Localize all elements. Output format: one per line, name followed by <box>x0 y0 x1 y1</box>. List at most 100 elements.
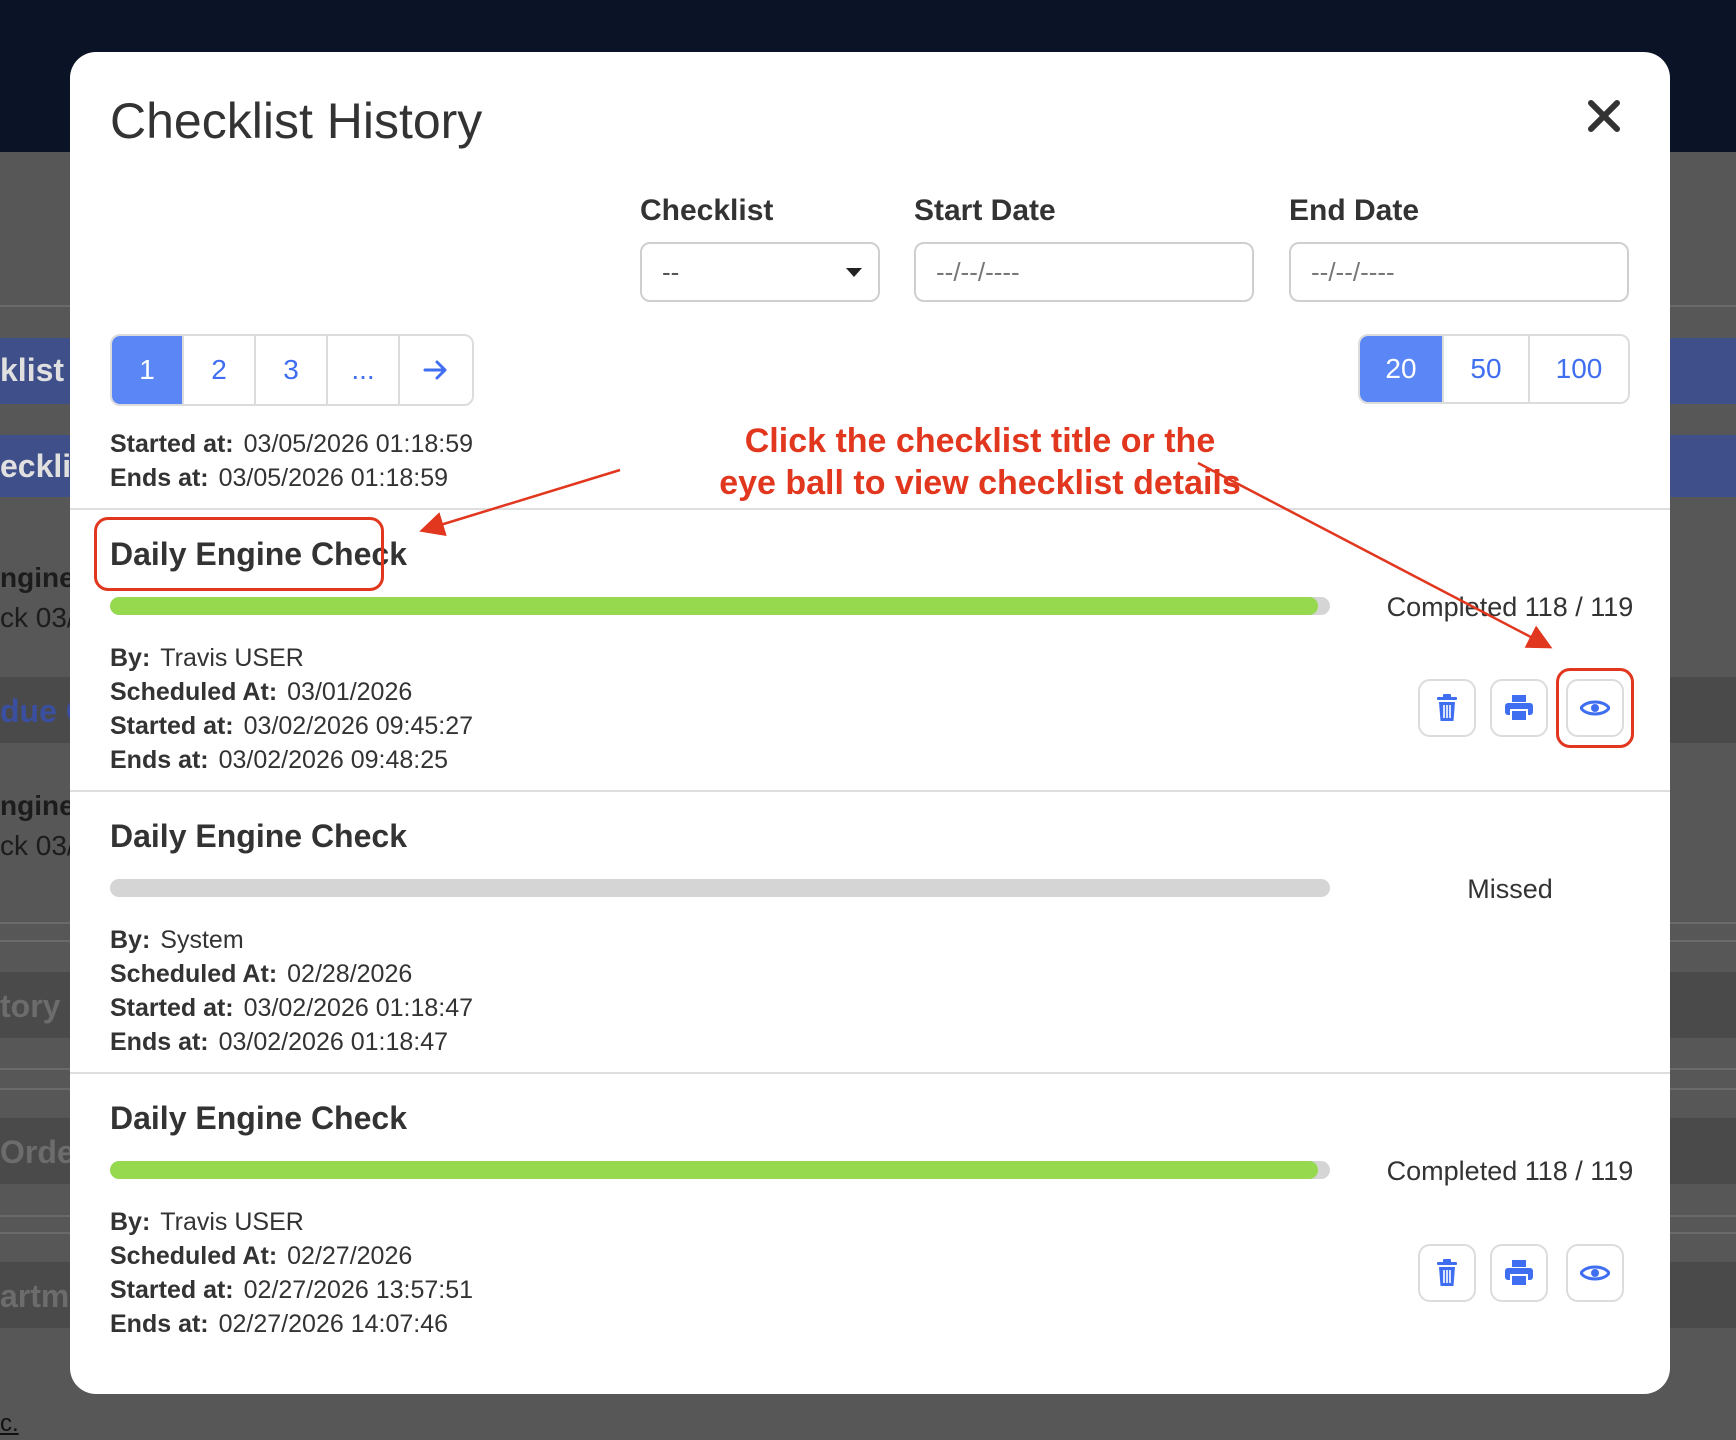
progress-bar <box>110 597 1330 615</box>
close-icon <box>1588 100 1620 132</box>
progress-fill <box>110 1161 1318 1179</box>
ends-label: Ends at: <box>110 746 209 774</box>
background-text: klist <box>0 352 65 388</box>
page-button-3[interactable]: 3 <box>256 336 328 404</box>
page-size-100[interactable]: 100 <box>1530 336 1628 402</box>
eye-icon <box>1580 1265 1610 1281</box>
ends-value: 03/05/2026 01:18:59 <box>218 464 449 492</box>
next-page-button[interactable] <box>400 336 472 404</box>
checklist-select-value: -- <box>662 256 680 287</box>
scheduled-line: Scheduled At: 02/28/2026 <box>110 960 412 989</box>
ends-value: 02/27/2026 14:07:46 <box>218 1310 449 1338</box>
background-text: ck 03/ <box>0 602 75 633</box>
checklist-title-link[interactable]: Daily Engine Check <box>110 1100 407 1137</box>
by-value: Travis USER <box>160 1208 304 1236</box>
print-button[interactable] <box>1490 1244 1548 1302</box>
annotation-callout: Click the checklist title or the eye bal… <box>630 420 1330 504</box>
modal-title: Checklist History <box>110 93 483 149</box>
ends-at-line: Ends at: 03/05/2026 01:18:59 <box>110 464 448 493</box>
scheduled-line: Scheduled At: 03/01/2026 <box>110 678 412 707</box>
scheduled-value: 02/28/2026 <box>287 960 413 988</box>
ends-line: Ends at: 02/27/2026 14:07:46 <box>110 1310 448 1339</box>
trash-icon <box>1437 694 1457 721</box>
start-date-label: Start Date <box>914 194 1056 227</box>
progress-bar <box>110 1161 1330 1179</box>
annotation-line-1: Click the checklist title or the <box>744 422 1216 460</box>
view-details-button[interactable] <box>1566 1244 1624 1302</box>
by-value: Travis USER <box>160 644 304 672</box>
progress-fill <box>110 597 1318 615</box>
page-size-selector: 20 50 100 <box>1358 334 1630 404</box>
ends-line: Ends at: 03/02/2026 09:48:25 <box>110 746 448 775</box>
entry-divider <box>70 790 1670 792</box>
end-date-placeholder: --/--/---- <box>1311 256 1395 287</box>
printer-icon <box>1505 695 1533 721</box>
by-line: By: System <box>110 926 244 955</box>
scheduled-value: 02/27/2026 <box>287 1242 413 1270</box>
background-text: ck 03/ <box>0 830 75 861</box>
page-ellipsis[interactable]: ... <box>328 336 400 404</box>
background-text: artm <box>0 1278 70 1314</box>
started-label: Started at: <box>110 1276 234 1304</box>
started-value: 03/02/2026 09:45:27 <box>243 712 474 740</box>
scheduled-label: Scheduled At: <box>110 960 278 988</box>
by-line: By: Travis USER <box>110 644 304 673</box>
checklist-title-link[interactable]: Daily Engine Check <box>110 536 407 573</box>
scheduled-label: Scheduled At: <box>110 1242 278 1270</box>
completion-status: Completed 118 / 119 <box>1386 592 1634 622</box>
arrow-right-icon <box>423 360 447 380</box>
scheduled-value: 03/01/2026 <box>287 678 413 706</box>
checklist-title-link[interactable]: Daily Engine Check <box>110 818 407 855</box>
chevron-down-icon <box>846 268 862 277</box>
completion-status: Completed 118 / 119 <box>1386 1156 1634 1186</box>
end-date-input[interactable]: --/--/---- <box>1289 242 1629 302</box>
started-value: 02/27/2026 13:57:51 <box>243 1276 474 1304</box>
started-line: Started at: 03/02/2026 01:18:47 <box>110 994 473 1023</box>
checklist-select[interactable]: -- <box>640 242 880 302</box>
ends-line: Ends at: 03/02/2026 01:18:47 <box>110 1028 448 1057</box>
entry-divider <box>70 1072 1670 1074</box>
end-date-label: End Date <box>1289 194 1420 227</box>
scheduled-label: Scheduled At: <box>110 678 278 706</box>
trash-icon <box>1437 1259 1457 1286</box>
pagination: 1 2 3 ... <box>110 334 474 406</box>
ends-label: Ends at: <box>110 464 209 492</box>
progress-bar <box>110 879 1330 897</box>
start-date-input[interactable]: --/--/---- <box>914 242 1254 302</box>
start-date-placeholder: --/--/---- <box>936 256 1020 287</box>
completion-status: Missed <box>1467 874 1553 904</box>
background-text: ngine <box>0 562 75 593</box>
background-text: ngine <box>0 790 75 821</box>
footer-link[interactable]: c. <box>0 1410 19 1438</box>
by-label: By: <box>110 1208 151 1236</box>
delete-button[interactable] <box>1418 679 1476 737</box>
started-line: Started at: 02/27/2026 13:57:51 <box>110 1276 473 1305</box>
annotation-line-2: eye ball to view checklist details <box>719 464 1241 502</box>
background-text: Orde <box>0 1134 75 1170</box>
scheduled-line: Scheduled At: 02/27/2026 <box>110 1242 412 1271</box>
by-line: By: Travis USER <box>110 1208 304 1237</box>
page-size-50[interactable]: 50 <box>1444 336 1530 402</box>
eye-icon <box>1580 700 1610 716</box>
delete-button[interactable] <box>1418 1244 1476 1302</box>
started-value: 03/05/2026 01:18:59 <box>243 430 474 458</box>
started-label: Started at: <box>110 430 234 458</box>
ends-label: Ends at: <box>110 1310 209 1338</box>
ends-label: Ends at: <box>110 1028 209 1056</box>
view-details-button[interactable] <box>1566 679 1624 737</box>
page-button-2[interactable]: 2 <box>184 336 256 404</box>
checklist-filter-label: Checklist <box>640 194 774 227</box>
page-button-1[interactable]: 1 <box>112 336 184 404</box>
started-line: Started at: 03/02/2026 09:45:27 <box>110 712 473 741</box>
ends-value: 03/02/2026 09:48:25 <box>218 746 449 774</box>
ends-value: 03/02/2026 01:18:47 <box>218 1028 449 1056</box>
checklist-history-modal: Checklist History Checklist -- Start Dat… <box>70 52 1670 1394</box>
entry-divider <box>70 508 1670 510</box>
by-value: System <box>160 926 244 954</box>
close-button[interactable] <box>1582 94 1626 138</box>
by-label: By: <box>110 926 151 954</box>
started-label: Started at: <box>110 712 234 740</box>
print-button[interactable] <box>1490 679 1548 737</box>
page-size-20[interactable]: 20 <box>1360 336 1444 402</box>
started-at-line: Started at: 03/05/2026 01:18:59 <box>110 430 473 459</box>
